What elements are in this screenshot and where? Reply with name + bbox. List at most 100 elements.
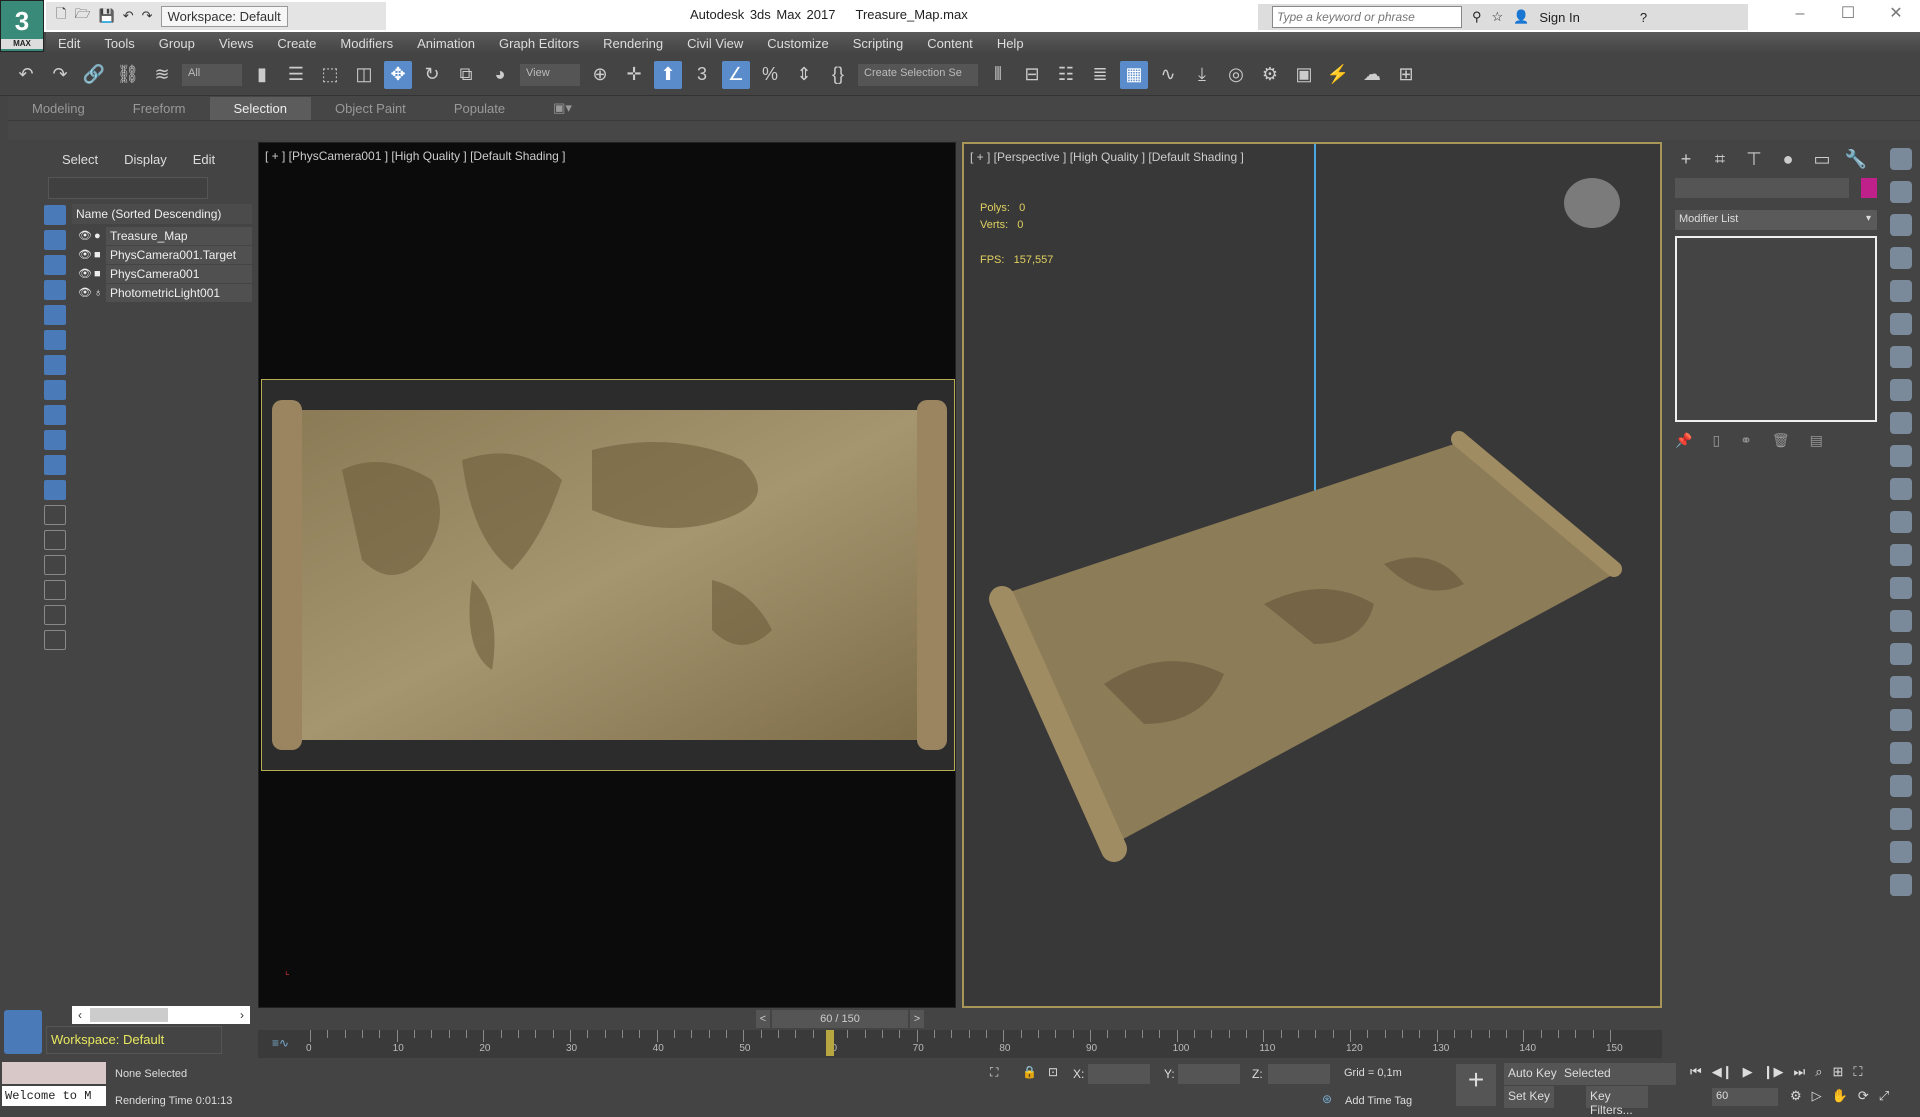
funnel-icon[interactable] <box>44 605 66 625</box>
sun-icon[interactable] <box>1890 577 1912 599</box>
visibility-eye-icon[interactable]: 👁■ <box>72 267 106 280</box>
menu-content[interactable]: Content <box>915 36 985 51</box>
menu-civil-view[interactable]: Civil View <box>675 36 755 51</box>
gear-icon[interactable] <box>1890 742 1912 764</box>
shell-icon[interactable] <box>1890 841 1912 863</box>
camera-icon[interactable] <box>1890 313 1912 335</box>
plant-icon[interactable] <box>1890 775 1912 797</box>
curve-editor-mini-icon[interactable]: ≡∿ <box>272 1036 289 1050</box>
fov-icon[interactable]: ▷ <box>1812 1088 1822 1104</box>
light-icon[interactable] <box>1890 412 1912 434</box>
tab-object-paint[interactable]: Object Paint <box>311 101 430 116</box>
explorer-menu-display[interactable]: Display <box>124 152 167 167</box>
menu-help[interactable]: Help <box>985 36 1036 51</box>
current-frame-field[interactable]: 60 <box>1712 1088 1778 1106</box>
utilities-tab-icon[interactable]: 🔧 <box>1841 146 1871 172</box>
bind-spacewarp-icon[interactable]: ≋ <box>148 61 176 89</box>
menu-create[interactable]: Create <box>265 36 328 51</box>
configure-sets-icon[interactable]: ▤ <box>1810 432 1823 449</box>
time-config-icon[interactable]: ⚙ <box>1790 1088 1802 1104</box>
z-coord-field[interactable] <box>1268 1064 1330 1084</box>
undo-icon[interactable]: ↶ <box>123 8 134 24</box>
camera-viewport[interactable]: [ + ] [PhysCamera001 ] [High Quality ] [… <box>258 142 956 1008</box>
prev-frame-button[interactable]: < <box>756 1010 770 1028</box>
hf-icon[interactable] <box>1890 808 1912 830</box>
spinner-snap-icon[interactable]: ⇕ <box>790 61 818 89</box>
explorer-search-input[interactable] <box>48 177 208 199</box>
new-icon[interactable]: 🗋 <box>56 5 66 27</box>
redo-icon[interactable]: ↷ <box>142 8 153 24</box>
x-coord-field[interactable] <box>1088 1064 1150 1084</box>
remove-modifier-icon[interactable]: 🗑 <box>1772 432 1790 449</box>
explorer-horizontal-scrollbar[interactable]: ‹ › <box>72 1006 250 1024</box>
teapot-icon[interactable] <box>1890 148 1912 170</box>
time-tag-icon[interactable]: ⊛ <box>1322 1092 1332 1106</box>
tab-modeling[interactable]: Modeling <box>8 101 109 116</box>
open-icon[interactable]: 🗁 <box>74 5 90 27</box>
go-to-start-icon[interactable]: ⏮ <box>1690 1064 1702 1080</box>
particles-filter-icon[interactable] <box>44 455 66 475</box>
object-name-field[interactable] <box>1675 178 1849 198</box>
helpers-filter-icon[interactable] <box>44 305 66 325</box>
modifier-list-dropdown[interactable]: Modifier List <box>1675 210 1877 230</box>
material-editor-icon[interactable]: ◎ <box>1222 61 1250 89</box>
rect-selection-icon[interactable]: ⬚ <box>316 61 344 89</box>
render-mode-icon[interactable]: ⊞ <box>1392 61 1420 89</box>
render-cloud-icon[interactable]: ☁ <box>1358 61 1386 89</box>
cone-icon[interactable] <box>1890 544 1912 566</box>
align-icon[interactable]: ⊟ <box>1018 61 1046 89</box>
motion-tab-icon[interactable]: ● <box>1773 146 1803 172</box>
menu-rendering[interactable]: Rendering <box>591 36 675 51</box>
light-lister-icon[interactable] <box>1890 280 1912 302</box>
viewport-layout-button[interactable] <box>4 1010 42 1054</box>
invert-icon[interactable] <box>44 555 66 575</box>
visibility-eye-icon[interactable]: 👁♁ <box>72 286 106 299</box>
time-slider-thumb[interactable]: 60 / 150 <box>772 1010 908 1028</box>
zoom-extents-icon[interactable]: ⛶ <box>1853 1064 1862 1080</box>
help-icon[interactable]: ? <box>1640 10 1647 25</box>
set-key-big-button[interactable]: + <box>1456 1064 1496 1106</box>
sign-in-button[interactable]: Sign In <box>1539 10 1579 25</box>
hierarchy-tab-icon[interactable]: ⊤ <box>1739 146 1769 172</box>
ribbon-options-icon[interactable]: ▣▾ <box>529 100 596 116</box>
pan-icon[interactable]: ✋ <box>1832 1088 1848 1104</box>
layer-icon[interactable] <box>44 630 66 650</box>
xrefs-filter-icon[interactable] <box>44 380 66 400</box>
time-slider[interactable]: <60 / 150 > <box>258 1010 1662 1028</box>
absolute-mode-icon[interactable]: ⊡ <box>1048 1065 1058 1079</box>
geometry-filter-icon[interactable] <box>44 205 66 225</box>
panel-icon[interactable] <box>1890 214 1912 236</box>
minimize-button[interactable]: – <box>1776 0 1824 30</box>
menu-tools[interactable]: Tools <box>92 36 146 51</box>
prev-key-icon[interactable]: ◀❙ <box>1712 1064 1733 1080</box>
go-to-end-icon[interactable]: ⏭ <box>1793 1064 1805 1080</box>
select-object-icon[interactable]: ▮ <box>248 61 276 89</box>
redo-icon[interactable]: ↷ <box>46 61 74 89</box>
track-bar[interactable]: ≡∿ 0102030405060708090100110120130140150 <box>258 1030 1662 1058</box>
table-icon[interactable] <box>1890 247 1912 269</box>
tab-selection[interactable]: Selection <box>209 96 311 120</box>
star-icon[interactable]: ☆ <box>1492 9 1504 25</box>
key-mode-dropdown[interactable]: Selected <box>1560 1063 1676 1085</box>
menu-group[interactable]: Group <box>147 36 207 51</box>
render-camera-icon[interactable] <box>1890 379 1912 401</box>
display-none-icon[interactable] <box>44 530 66 550</box>
render-frame-icon[interactable] <box>1890 181 1912 203</box>
explorer-menu-select[interactable]: Select <box>62 152 98 167</box>
maxscript-input[interactable]: Welcome to M <box>2 1086 106 1106</box>
list-item[interactable]: 👁● Treasure_Map <box>72 226 252 245</box>
visibility-eye-icon[interactable]: 👁● <box>72 229 106 242</box>
isolate-icon[interactable]: ⛶ <box>990 1065 998 1080</box>
link-icon[interactable]: 🔗 <box>80 61 108 89</box>
zoom-icon[interactable]: ⌕ <box>1815 1064 1822 1080</box>
next-frame-button[interactable]: > <box>910 1010 924 1028</box>
list-item[interactable]: 👁■ PhysCamera001.Target <box>72 245 252 264</box>
place-icon[interactable]: ◕ <box>486 61 514 89</box>
move-icon[interactable]: ✥ <box>384 60 412 89</box>
perspective-viewport[interactable]: [ + ] [Perspective ] [High Quality ] [De… <box>962 142 1662 1008</box>
list-item[interactable]: 👁■ PhysCamera001 <box>72 264 252 283</box>
maximize-viewport-icon[interactable]: ⤢ <box>1879 1088 1889 1104</box>
viewport-label[interactable]: [ + ] [PhysCamera001 ] [High Quality ] [… <box>265 149 566 163</box>
menu-animation[interactable]: Animation <box>405 36 487 51</box>
keyboard-shortcut-icon[interactable]: ⬆ <box>654 60 682 89</box>
